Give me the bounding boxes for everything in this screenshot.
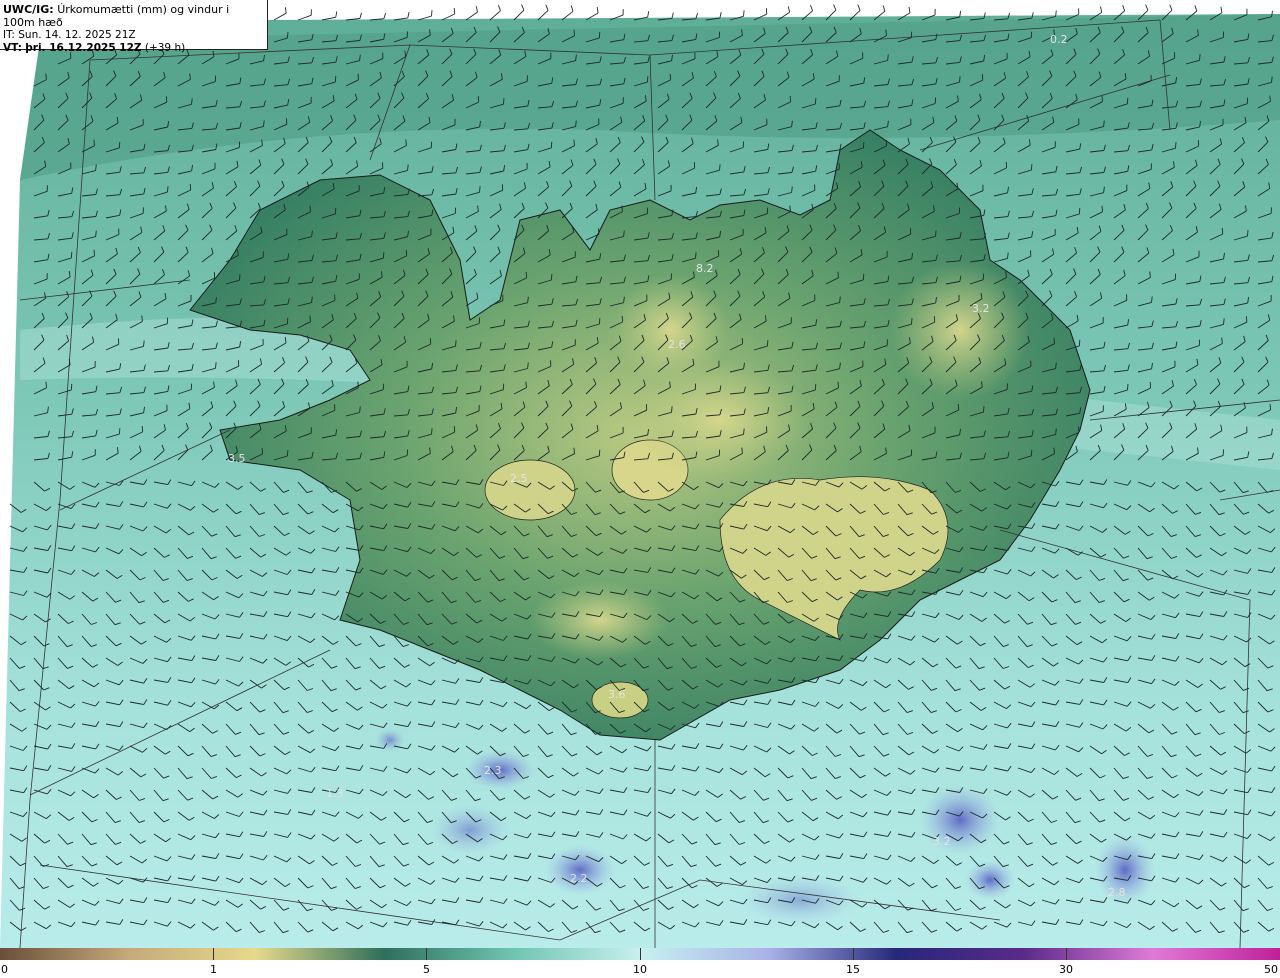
wind-barb-flag	[215, 362, 217, 369]
map-value-label: 8.2	[696, 262, 714, 275]
init-time-value: Sun. 14. 12. 2025 21Z	[18, 29, 136, 42]
map-value-label: 3.5	[228, 452, 246, 465]
wind-barb-flag	[766, 340, 769, 347]
wind-barb-flag	[1030, 164, 1033, 171]
wind-barb-flag	[695, 252, 697, 259]
wind-barb-flag	[573, 447, 575, 454]
wind-barb-flag	[573, 29, 575, 36]
colorbar-label: 1	[210, 963, 217, 976]
wind-barb-flag	[45, 381, 47, 388]
map-value-label: 2.3	[484, 764, 502, 777]
precipitation-map: 3.5 2.5 2.6 3.2 3.6 2.3 3.2 2.8 1.3 2.2 …	[0, 0, 1280, 948]
wind-barb-flag	[309, 205, 311, 212]
colorbar-label: 15	[846, 963, 860, 976]
wind-barb-flag	[1101, 205, 1103, 212]
wind-barb-flag	[479, 186, 481, 193]
wind-barb-flag	[1175, 142, 1177, 149]
wind-barb-flag	[141, 315, 143, 322]
wind-barb-flag	[837, 271, 839, 278]
map-value-label: 2.2	[570, 872, 588, 885]
wind-barb-flag	[1247, 230, 1249, 237]
map-value-label: 3.6	[608, 688, 626, 701]
init-time-label: IT:	[3, 29, 15, 42]
colorbar-label: 10	[633, 963, 647, 976]
wind-barb-flag	[455, 340, 457, 347]
wind-barb-flag	[309, 315, 311, 322]
wind-barb-flag	[646, 76, 649, 83]
wind-barb-flag	[286, 32, 289, 39]
wind-barb-flag	[453, 7, 456, 15]
colorbar-tick	[426, 948, 427, 960]
wind-barb-flag	[45, 73, 47, 80]
wind-barb-flag	[1053, 447, 1055, 454]
wind-barb-flag	[789, 95, 792, 102]
map-value-label: 2.5	[510, 472, 528, 485]
wind-barb-flag	[671, 406, 673, 413]
colorbar-tick	[213, 948, 214, 960]
map-value-label: 3.2	[933, 835, 951, 848]
wind-barb-flag	[1269, 403, 1272, 410]
weather-map-view: 3.5 2.5 2.6 3.2 3.6 2.3 3.2 2.8 1.3 2.2 …	[0, 0, 1280, 978]
wind-barb-flag	[167, 186, 169, 193]
wind-barb-flag	[885, 139, 888, 146]
colorbar-tick	[853, 948, 854, 960]
model-name: UWC/IG:	[3, 3, 54, 16]
valid-time-label: VT:	[3, 41, 22, 54]
wind-barb-flag	[550, 273, 553, 281]
wind-barb-flag	[405, 139, 407, 146]
wind-barb-flag	[862, 141, 865, 149]
wind-barb-flag	[959, 76, 961, 83]
wind-barb-flag	[1221, 227, 1224, 235]
wind-barb-flag	[837, 381, 839, 388]
map-value-label: 2.8	[1108, 886, 1126, 899]
wind-barb-flag	[957, 403, 960, 411]
wind-barb-flag	[911, 318, 913, 325]
wind-barb-flag	[743, 10, 745, 17]
wind-barb-flag	[93, 139, 95, 146]
wind-barb-flag	[1101, 95, 1103, 102]
wind-barb-flag	[935, 230, 937, 237]
wind-barb-flag	[431, 428, 433, 435]
colorbar-tick	[1066, 948, 1067, 960]
wind-barb-flag	[382, 252, 385, 259]
wind-barb-flag	[814, 97, 817, 105]
wind-barb-flag	[525, 271, 528, 278]
map-value-label: 2.6	[668, 338, 686, 351]
wind-barb-flag	[573, 139, 575, 146]
wind-barb-flag	[93, 249, 95, 256]
wind-barb-flag	[357, 73, 359, 80]
colorbar-label: 5	[423, 963, 430, 976]
wind-barb-flag	[189, 183, 192, 191]
wind-barb-flag	[719, 164, 721, 171]
wind-barb-flag	[118, 428, 121, 435]
map-value-label: 3.2	[972, 302, 990, 315]
map-value-label: 0.2	[1050, 33, 1068, 46]
wind-barb-flag	[286, 449, 289, 457]
valid-time-value: þri. 16.12.2025 12Z	[25, 41, 142, 54]
wind-barb-flag	[1005, 271, 1007, 278]
colorbar: 0 1 5 10 15 30 50	[0, 948, 1280, 978]
wind-barb-flag	[983, 406, 985, 413]
colorbar-label: 50	[1264, 963, 1278, 976]
colorbar-label: 0	[1, 963, 8, 976]
wind-barb-flag	[621, 315, 624, 322]
map-value-label: 1.3	[326, 787, 344, 800]
wind-barb-flag	[598, 317, 601, 325]
wind-barb-flag	[431, 10, 433, 17]
map-header: UWC/IG: Úrkomumætti (mm) og vindur i 100…	[0, 0, 268, 54]
wind-barb-flag	[1199, 54, 1201, 61]
wind-barb-flag	[503, 98, 505, 105]
wind-barb-flag	[261, 447, 264, 454]
wind-barb-flag	[1126, 384, 1129, 391]
wind-barb-flag	[1269, 95, 1271, 102]
colorbar-label: 30	[1059, 963, 1073, 976]
colorbar-tick	[640, 948, 641, 960]
wind-barb-flag	[239, 274, 241, 281]
wind-barb-flag	[741, 447, 743, 454]
valid-time-offset: (+39 h)	[144, 41, 186, 54]
wind-barb-flag	[1053, 337, 1055, 344]
